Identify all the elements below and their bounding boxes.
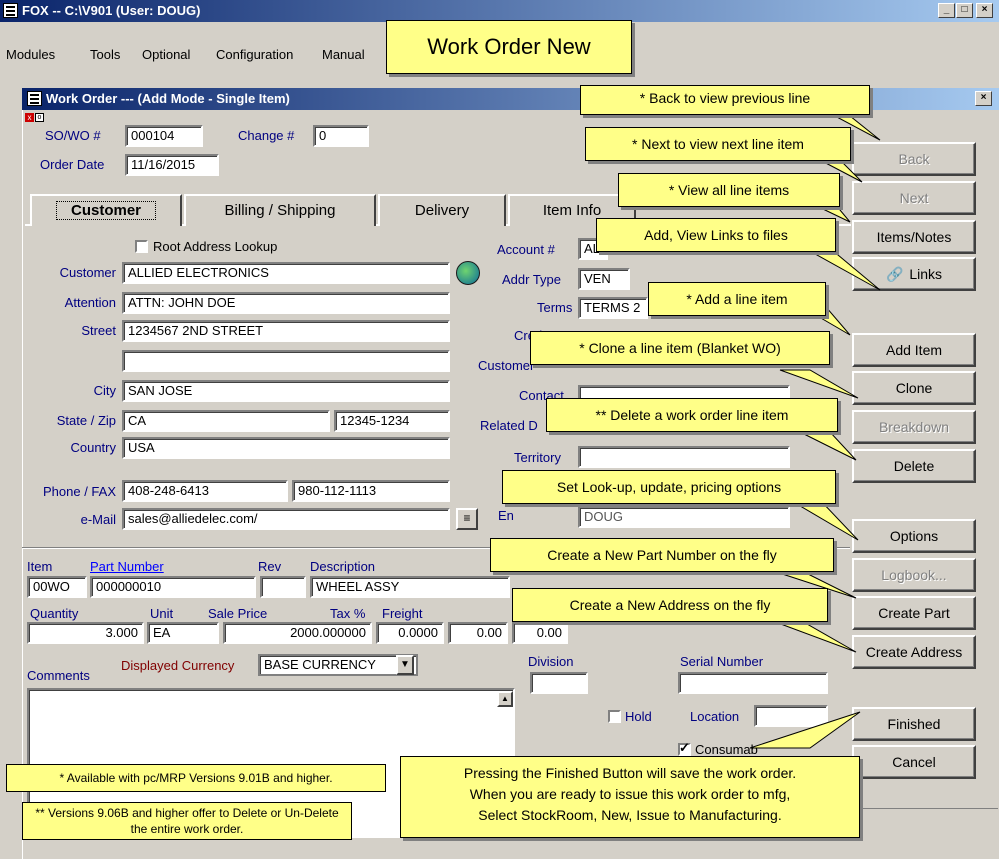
callout-view-all: * View all line items [618,173,840,207]
callout-clone: * Clone a line item (Blanket WO) [530,331,830,365]
callout-back: * Back to view previous line [580,85,870,115]
callout-options: Set Look-up, update, pricing options [502,470,836,504]
banner-callout: Work Order New [386,20,632,74]
callout-finished: Pressing the Finished Button will save t… [400,756,860,838]
callout-links: Add, View Links to files [596,218,836,252]
note-version-906b: ** Versions 9.06B and higher offer to De… [22,802,352,840]
callout-create-part: Create a New Part Number on the fly [490,538,834,572]
callout-delete: ** Delete a work order line item [546,398,838,432]
callout-add-item: * Add a line item [648,282,826,316]
callout-create-address: Create a New Address on the fly [512,588,828,622]
callout-next: * Next to view next line item [585,127,851,161]
note-version-901b: * Available with pc/MRP Versions 9.01B a… [6,764,386,792]
